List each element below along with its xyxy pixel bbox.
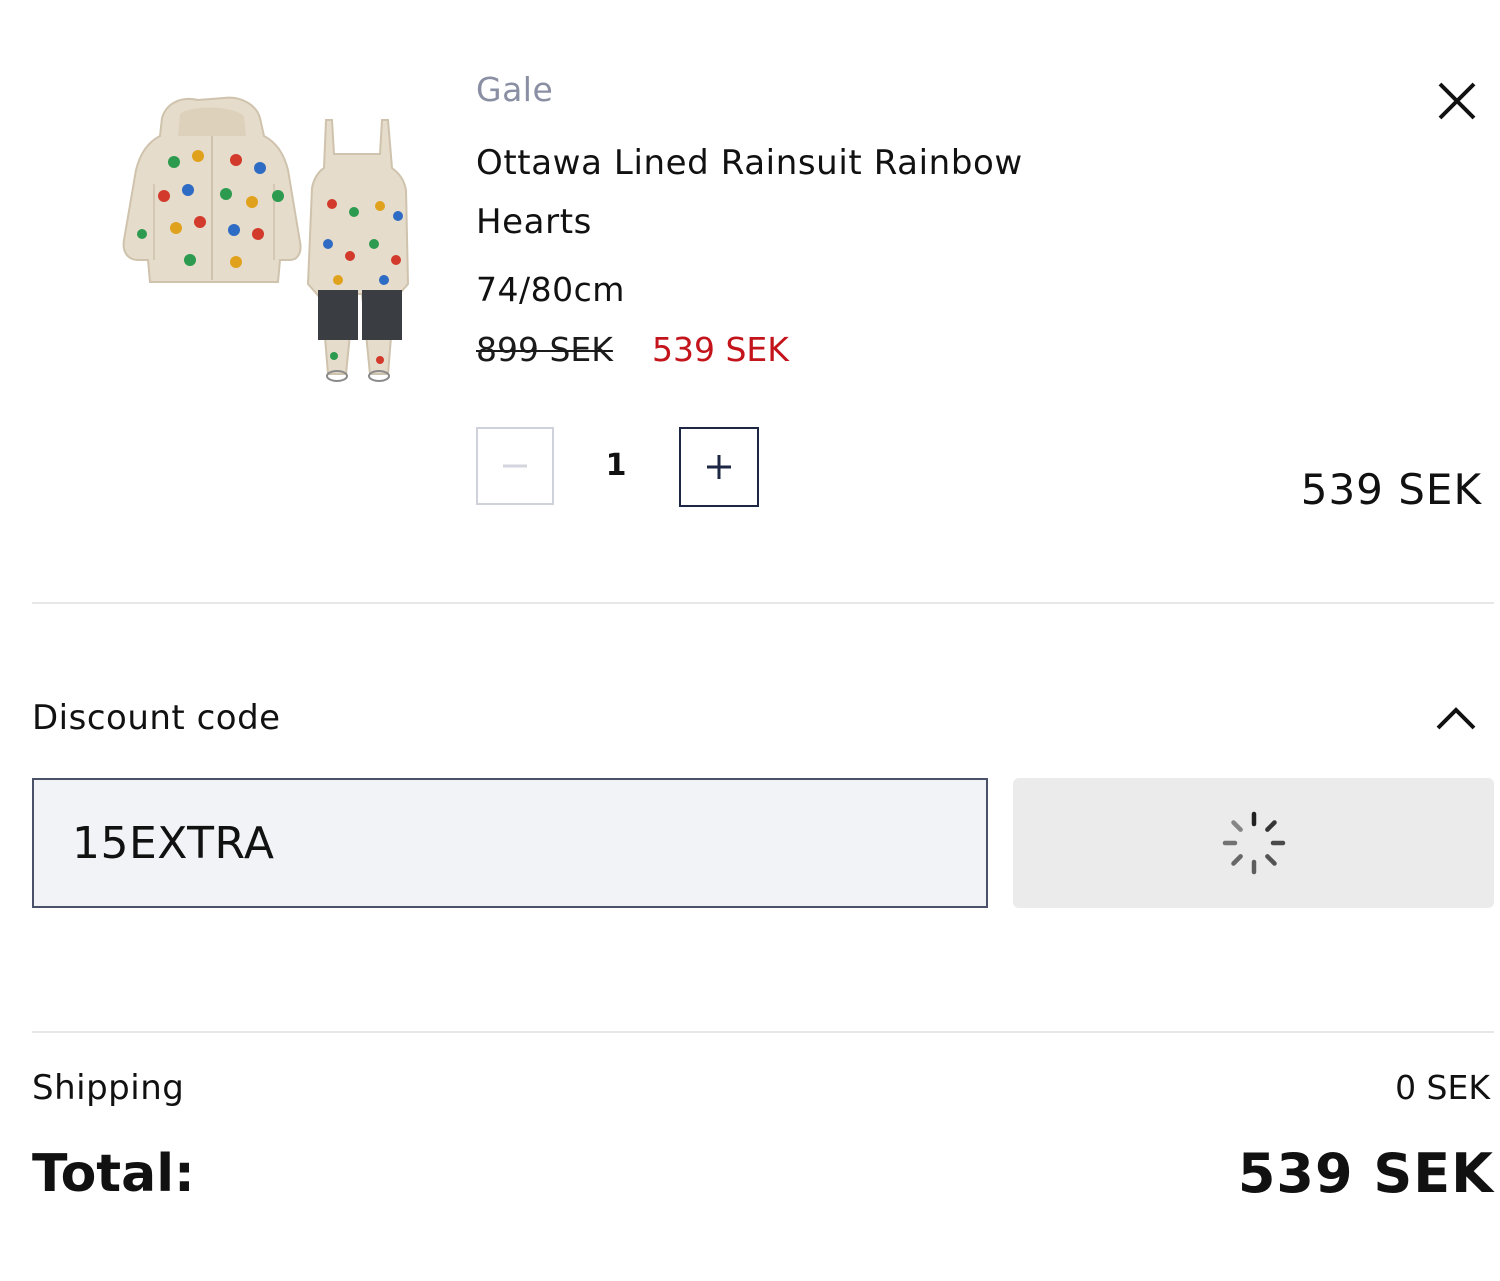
remove-item-button[interactable] [1430,74,1484,128]
product-brand[interactable]: Gale [476,68,553,112]
plus-icon [707,455,731,479]
sale-price: 539 SEK [652,330,789,369]
shipping-value: 0 SEK [1395,1068,1490,1107]
loading-spinner-icon [1222,811,1285,875]
rainsuit-illustration [122,96,410,382]
close-icon [1438,82,1476,120]
divider [32,1031,1494,1033]
total-label: Total: [32,1144,195,1204]
discount-code-input[interactable] [32,778,988,908]
increase-quantity-button[interactable] [679,427,759,507]
line-item-total: 539 SEK [1300,465,1482,514]
shipping-label: Shipping [32,1068,185,1108]
product-image[interactable] [118,84,418,384]
product-size: 74/80cm [476,270,625,309]
divider [32,602,1494,604]
minus-icon [503,464,527,468]
discount-code-label: Discount code [32,698,281,738]
discount-code-toggle[interactable]: Discount code [32,690,1494,746]
product-name[interactable]: Ottawa Lined Rainsuit Rainbow Hearts [476,134,1096,252]
total-value: 539 SEK [1237,1142,1494,1205]
decrease-quantity-button[interactable] [476,427,554,505]
apply-discount-button[interactable] [1013,778,1494,908]
chevron-up-icon [1432,694,1480,742]
original-price: 899 SEK [476,330,613,369]
quantity-value: 1 [605,448,627,483]
